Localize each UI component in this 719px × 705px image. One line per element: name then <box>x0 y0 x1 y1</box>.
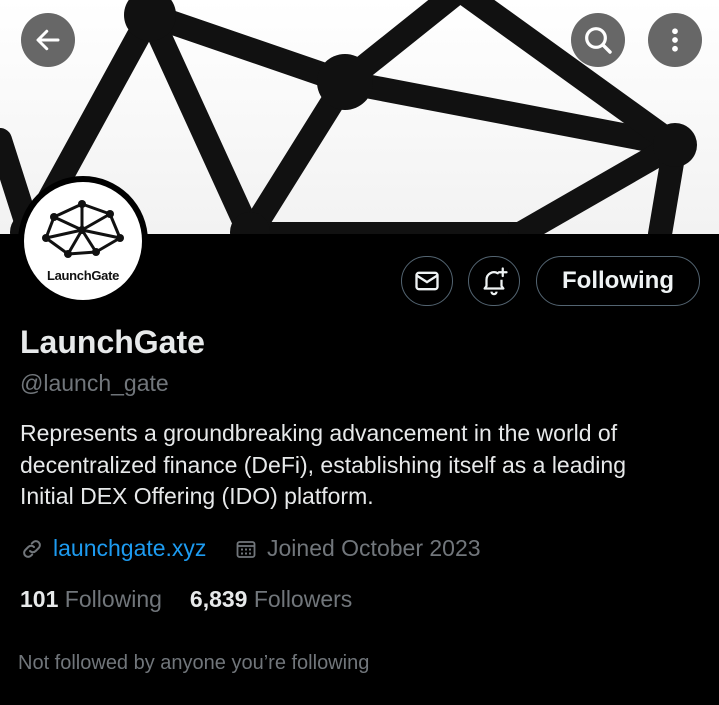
avatar[interactable]: LaunchGate <box>18 176 148 306</box>
arrow-left-icon <box>36 29 60 51</box>
joined-date: Joined October 2023 <box>267 535 481 561</box>
bell-plus-icon <box>483 267 508 296</box>
envelope-icon <box>415 271 439 291</box>
following-button[interactable]: Following <box>536 256 700 306</box>
followers-count: 6,839 <box>189 586 248 612</box>
message-button[interactable] <box>401 256 453 306</box>
search-button[interactable] <box>571 13 625 67</box>
bio-line: Initial DEX Offering (IDO) platform. <box>20 483 374 509</box>
notifications-button[interactable] <box>468 256 520 306</box>
followers-label: Followers <box>253 586 353 612</box>
following-count: 101 <box>20 586 59 612</box>
follow-stats: 101 Following 6,839 Followers <box>20 586 352 613</box>
joined-item: Joined October 2023 <box>234 535 481 562</box>
website-item: launchgate.xyz <box>20 535 206 562</box>
profile-handle: @launch_gate <box>20 370 169 396</box>
bio-line: Represents a groundbreaking advancement … <box>20 420 618 446</box>
more-vertical-icon <box>672 28 678 52</box>
bio-line: decentralized finance (DeFi), establishi… <box>20 451 626 478</box>
profile-bio: Represents a groundbreaking advancement … <box>20 418 700 513</box>
link-icon <box>23 539 41 558</box>
website-link[interactable]: launchgate.xyz <box>53 535 206 562</box>
back-button[interactable] <box>21 13 75 67</box>
avatar-logo: LaunchGate <box>24 182 142 300</box>
following-stat[interactable]: 101 Following <box>20 586 162 613</box>
calendar-icon <box>236 540 256 558</box>
search-icon <box>585 27 612 54</box>
profile-name: LaunchGate <box>20 324 205 360</box>
more-button[interactable] <box>648 13 702 67</box>
followers-stat[interactable]: 6,839 Followers <box>190 586 352 613</box>
avatar-logo-text: LaunchGate <box>46 268 120 283</box>
following-label: Following <box>64 586 162 612</box>
followed-by-note: Not followed by anyone you’re following <box>18 652 370 674</box>
